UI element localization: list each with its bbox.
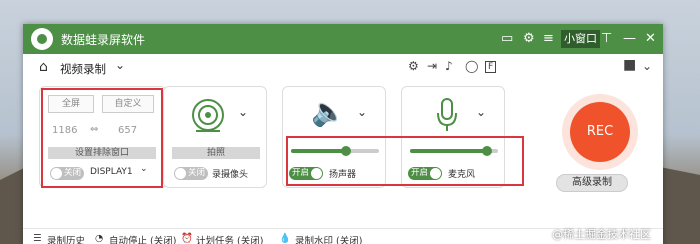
toolbar: ⌂ 视频录制 ⌄ ⚙ ⇥ ♪ ◯ F ■ ⌄ xyxy=(23,54,663,82)
export-icon[interactable]: ⇥ xyxy=(427,59,437,73)
history-link[interactable]: 录制历史 xyxy=(47,233,85,244)
chevron-down-icon[interactable]: ⌄ xyxy=(238,105,248,119)
menu-icon[interactable]: ≡ xyxy=(543,30,554,48)
rec-button[interactable]: REC xyxy=(570,102,630,162)
camera-toggle[interactable]: 关闭 xyxy=(174,167,208,180)
clock-icon[interactable]: ◔ xyxy=(95,233,103,244)
advanced-record-button[interactable]: 高级录制 xyxy=(556,174,628,192)
app-logo xyxy=(31,28,53,50)
mouse-icon[interactable]: ◯ xyxy=(465,59,478,73)
chevron-down-icon[interactable]: ⌄ xyxy=(642,59,652,73)
list-icon[interactable]: ☰ xyxy=(33,233,42,244)
minimize-icon[interactable]: — xyxy=(623,30,636,48)
rec-button-ring: REC xyxy=(562,94,638,170)
mode-label[interactable]: 视频录制 xyxy=(60,61,106,77)
speaker-icon: 🔈 xyxy=(311,95,346,128)
camera-panel: ⌄ 拍照 关闭 录摄像头 xyxy=(163,86,267,188)
close-icon[interactable]: ✕ xyxy=(645,30,656,48)
speaker-icon[interactable]: ♪ xyxy=(445,59,453,73)
droplet-icon[interactable]: 💧 xyxy=(279,233,291,244)
highlight-box xyxy=(41,88,163,188)
chevron-down-icon[interactable]: ⌄ xyxy=(115,58,125,72)
toggle-knob xyxy=(175,168,186,179)
page-watermark: @稀土掘金技术社区 xyxy=(552,228,651,241)
microphone-icon xyxy=(437,98,457,131)
message-icon[interactable]: ▭ xyxy=(501,30,513,48)
chevron-down-icon[interactable]: ⌄ xyxy=(476,105,486,119)
pin-icon[interactable]: ⊤ xyxy=(601,30,612,48)
watermark-link[interactable]: 录制水印 (关闭) xyxy=(295,233,362,244)
webcam-icon xyxy=(192,99,224,132)
camera-label: 录摄像头 xyxy=(212,170,249,180)
title-bar: 数据蛙录屏软件 ▭ ⚙ ≡ 小窗口 ⊤ — ✕ xyxy=(23,24,663,54)
fps-icon[interactable]: F xyxy=(485,61,497,73)
schedule-link[interactable]: 计划任务 (关闭) xyxy=(196,233,263,244)
mini-window-button[interactable]: 小窗口 xyxy=(561,30,600,48)
app-title: 数据蛙录屏软件 xyxy=(61,33,146,47)
app-window: 数据蛙录屏软件 ▭ ⚙ ≡ 小窗口 ⊤ — ✕ ⌂ 视频录制 ⌄ ⚙ ⇥ ♪ ◯… xyxy=(23,24,663,244)
highlight-box xyxy=(286,136,524,186)
auto-stop-link[interactable]: 自动停止 (关闭) xyxy=(109,233,176,244)
chevron-down-icon[interactable]: ⌄ xyxy=(357,105,367,119)
settings-icon[interactable]: ⚙ xyxy=(408,59,419,73)
photo-button[interactable]: 拍照 xyxy=(172,147,260,159)
home-icon[interactable]: ⌂ xyxy=(39,59,48,75)
alarm-icon[interactable]: ⏰ xyxy=(181,233,193,244)
camera-screenshot-icon[interactable]: ■ xyxy=(623,57,636,73)
toggle-label: 关闭 xyxy=(188,168,206,178)
gear-icon[interactable]: ⚙ xyxy=(523,30,535,48)
